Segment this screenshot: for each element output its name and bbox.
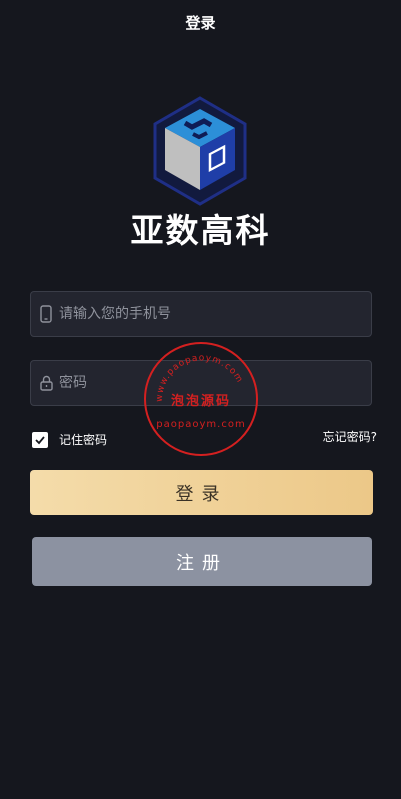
phone-icon [33, 291, 59, 337]
phone-field [30, 291, 372, 337]
login-button[interactable]: 登录 [30, 470, 373, 515]
brand-name: 亚数高科 [130, 211, 271, 250]
remember-checkbox[interactable] [32, 431, 48, 448]
lock-icon [33, 360, 59, 406]
brand-logo [150, 96, 250, 208]
watermark-bottom-text: paopaoym.com [156, 419, 245, 430]
remember-label: 记住密码 [59, 433, 108, 447]
remember-password[interactable]: 记住密码 [32, 431, 107, 448]
nav-header: 登录 [0, 0, 401, 44]
password-field [30, 360, 372, 406]
phone-input[interactable] [59, 292, 371, 336]
check-icon [35, 435, 45, 444]
page-title: 登录 [185, 13, 216, 32]
register-button[interactable]: 注册 [32, 537, 372, 586]
password-input[interactable] [59, 361, 371, 405]
forgot-password-link[interactable]: 忘记密码? [323, 428, 377, 445]
